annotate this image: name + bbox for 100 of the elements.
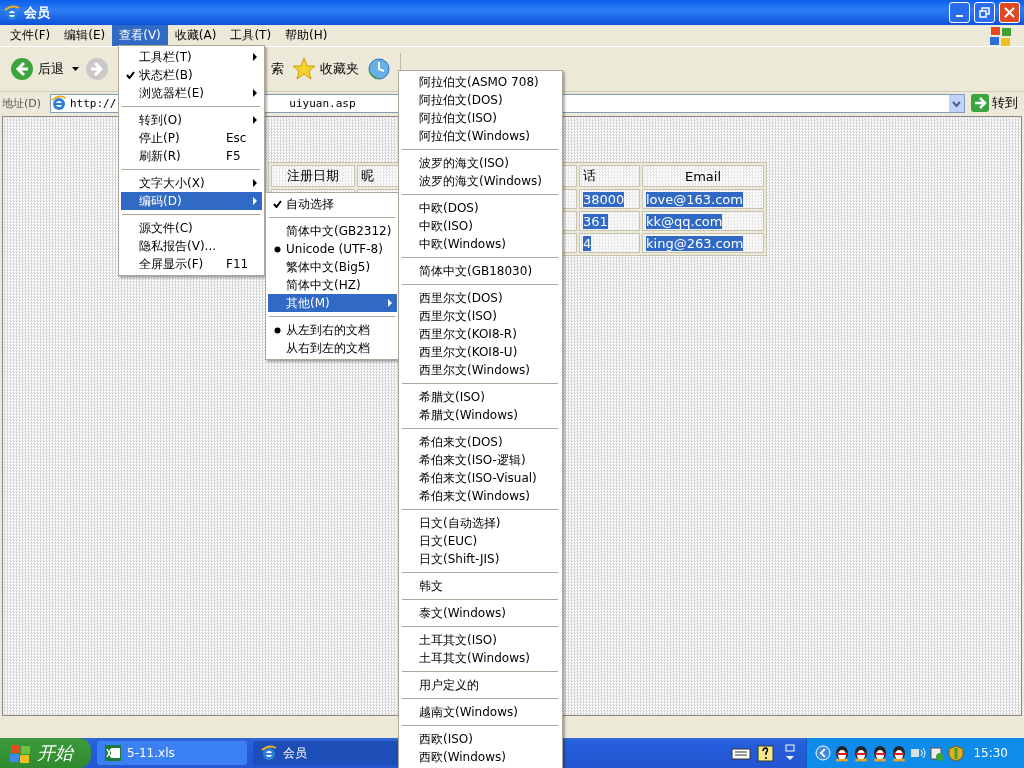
- menu-item[interactable]: 日文(EUC): [401, 532, 560, 550]
- spreadsheet-icon: [105, 745, 121, 761]
- device-icon[interactable]: [929, 745, 946, 761]
- menu-item[interactable]: 自动选择: [268, 195, 397, 213]
- submenu-arrow-icon: [253, 89, 257, 97]
- submenu-arrow-icon: [253, 197, 257, 205]
- menu-item[interactable]: 西欧(ISO): [401, 730, 560, 748]
- menu-item[interactable]: 从右到左的文档: [268, 339, 397, 357]
- menu-item[interactable]: 转到(O): [121, 111, 262, 129]
- menu-item[interactable]: 隐私报告(V)...: [121, 237, 262, 255]
- menu-item[interactable]: 状态栏(B): [121, 66, 262, 84]
- menu-item[interactable]: 阿拉伯文(ISO): [401, 109, 560, 127]
- go-button[interactable]: 转到: [967, 94, 1022, 112]
- column-header: Email: [684, 168, 722, 184]
- menu-item[interactable]: 中欧(Windows): [401, 235, 560, 253]
- menu-item[interactable]: 波罗的海文(ISO): [401, 154, 560, 172]
- menu-item[interactable]: 阿拉伯文(Windows): [401, 127, 560, 145]
- taskbar-button[interactable]: 5-11.xls: [97, 741, 247, 765]
- menu-item[interactable]: 波罗的海文(Windows): [401, 172, 560, 190]
- minimize-icon: [956, 15, 963, 17]
- minimize-button[interactable]: [949, 2, 970, 23]
- menu-item[interactable]: 其他(M): [268, 294, 397, 312]
- menu-item[interactable]: 日文(自动选择): [401, 514, 560, 532]
- menu-bar-item[interactable]: 收藏(A): [167, 25, 224, 46]
- menu-bar-item[interactable]: 查看(V): [112, 25, 168, 46]
- menu-item[interactable]: 希伯来文(DOS): [401, 433, 560, 451]
- menu-item[interactable]: 土耳其文(ISO): [401, 631, 560, 649]
- penguin-icon[interactable]: [891, 744, 908, 762]
- penguin-icon[interactable]: [834, 744, 851, 762]
- menu-item[interactable]: 阿拉伯文(DOS): [401, 91, 560, 109]
- go-arrow-icon: [971, 94, 989, 112]
- maximize-button[interactable]: [974, 2, 995, 23]
- check-icon: [272, 200, 282, 208]
- table-cell: 361: [583, 213, 608, 229]
- search-button[interactable]: 索: [271, 60, 284, 78]
- menu-item[interactable]: 简体中文(GB2312): [268, 222, 397, 240]
- menu-item[interactable]: 从左到右的文档: [268, 321, 397, 339]
- star-icon: [292, 57, 316, 81]
- menu-item[interactable]: 阿拉伯文(ASMO 708): [401, 73, 560, 91]
- table-cell: 38000: [583, 191, 625, 207]
- menu-bar-item[interactable]: 文件(F): [3, 25, 58, 46]
- menu-item[interactable]: 西里尔文(KOI8-R): [401, 325, 560, 343]
- menu-item[interactable]: 希腊文(Windows): [401, 406, 560, 424]
- menu-bar-item[interactable]: 编辑(E): [57, 25, 113, 46]
- menu-item[interactable]: 日文(Shift-JIS): [401, 550, 560, 568]
- dropdown-arrow-icon[interactable]: [72, 67, 79, 71]
- table-cell: kk@qq.com: [646, 213, 723, 229]
- menu-item[interactable]: 文字大小(X): [121, 174, 262, 192]
- menu-item[interactable]: 停止(P) Esc: [121, 129, 262, 147]
- clock: 15:30: [973, 746, 1008, 760]
- menu-item[interactable]: 希腊文(ISO): [401, 388, 560, 406]
- shield-icon[interactable]: [948, 744, 965, 762]
- submenu-arrow-icon: [253, 116, 257, 124]
- menu-item[interactable]: 西里尔文(KOI8-U): [401, 343, 560, 361]
- column-header: 注册日期: [287, 168, 339, 183]
- penguin-icon[interactable]: [853, 744, 870, 762]
- menu-item[interactable]: 工具栏(T): [121, 48, 262, 66]
- menu-item[interactable]: 简体中文(GB18030): [401, 262, 560, 280]
- bullet-icon: [273, 245, 281, 253]
- menu-item[interactable]: 用户定义的: [401, 676, 560, 694]
- menu-item[interactable]: 西里尔文(Windows): [401, 361, 560, 379]
- menu-item[interactable]: 希伯来文(ISO-Visual): [401, 469, 560, 487]
- menu-item[interactable]: 编码(D): [121, 192, 262, 210]
- app-icon: [4, 4, 20, 21]
- bullet-icon: [273, 326, 281, 334]
- menu-item[interactable]: 韩文: [401, 577, 560, 595]
- back-button[interactable]: 后退: [8, 55, 66, 83]
- menu-item[interactable]: 土耳其文(Windows): [401, 649, 560, 667]
- column-header: 话: [583, 168, 596, 183]
- menu-item[interactable]: 浏览器栏(E): [121, 84, 262, 102]
- submenu-arrow-icon: [388, 299, 392, 307]
- menu-item[interactable]: 繁体中文(Big5): [268, 258, 397, 276]
- close-button[interactable]: [999, 2, 1020, 23]
- menu-item[interactable]: 西欧(Windows): [401, 748, 560, 766]
- menu-item[interactable]: 西里尔文(ISO): [401, 307, 560, 325]
- menu-item[interactable]: 刷新(R) F5: [121, 147, 262, 165]
- penguin-icon[interactable]: [872, 744, 889, 762]
- menu-item[interactable]: 西里尔文(DOS): [401, 289, 560, 307]
- maximize-icon: [979, 7, 990, 18]
- menu-bar-item[interactable]: 帮助(H): [278, 25, 335, 46]
- history-icon[interactable]: [367, 57, 391, 81]
- menu-item[interactable]: 源文件(C): [121, 219, 262, 237]
- menu-item[interactable]: 希伯来文(ISO-逻辑): [401, 451, 560, 469]
- menu-item[interactable]: 中欧(ISO): [401, 217, 560, 235]
- favorites-button[interactable]: 收藏夹: [290, 55, 361, 83]
- menu-bar-item[interactable]: 工具(T): [223, 25, 279, 46]
- window-title: 会员: [24, 3, 51, 22]
- help-icon[interactable]: [757, 744, 775, 762]
- browser-icon: [261, 745, 277, 761]
- menu-item[interactable]: Unicode (UTF-8): [268, 240, 397, 258]
- menu-item[interactable]: 中欧(DOS): [401, 199, 560, 217]
- menu-item[interactable]: 越南文(Windows): [401, 703, 560, 721]
- check-icon: [125, 71, 135, 79]
- menu-item[interactable]: 希伯来文(Windows): [401, 487, 560, 505]
- menu-item[interactable]: 简体中文(HZ): [268, 276, 397, 294]
- menu-item[interactable]: 泰文(Windows): [401, 604, 560, 622]
- menu-item[interactable]: 全屏显示(F) F11: [121, 255, 262, 273]
- keyboard-icon[interactable]: [731, 745, 752, 761]
- start-button[interactable]: 开始: [0, 738, 91, 768]
- submenu-arrow-icon: [253, 53, 257, 61]
